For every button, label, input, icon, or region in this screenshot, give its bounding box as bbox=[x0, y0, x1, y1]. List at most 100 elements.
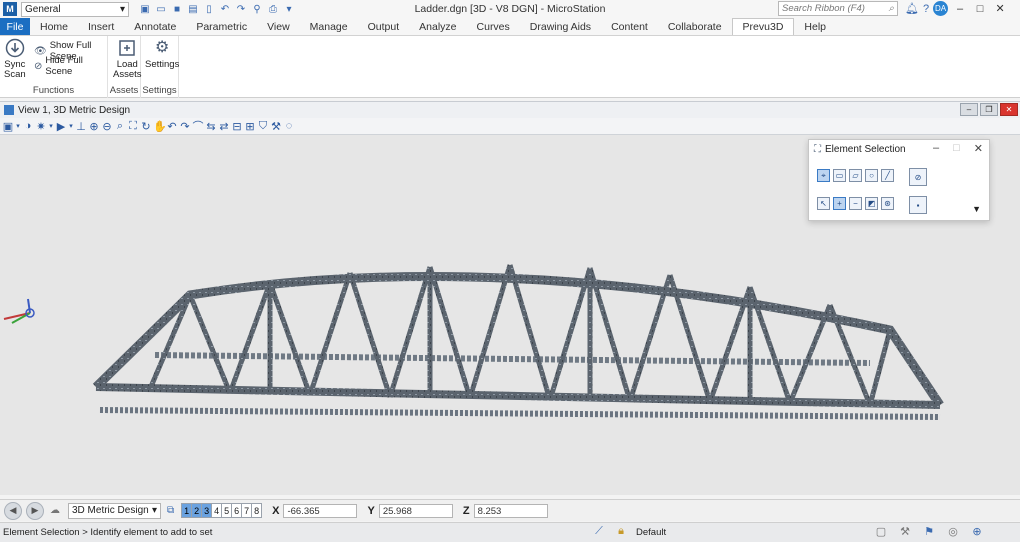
microstation-logo-icon[interactable]: M bbox=[3, 2, 17, 16]
help-icon[interactable]: ? bbox=[923, 3, 929, 15]
select-all-icon[interactable]: ⊛ bbox=[881, 197, 894, 210]
view-minimize-icon[interactable]: – bbox=[960, 103, 978, 116]
zoom-out-icon[interactable]: ⊖ bbox=[101, 120, 113, 133]
save-all-icon[interactable]: ▤ bbox=[187, 4, 199, 15]
tab-parametric[interactable]: Parametric bbox=[186, 18, 257, 35]
cursor-mode-icon[interactable]: ↖ bbox=[817, 197, 830, 210]
chevron-down-icon[interactable]: ▾ bbox=[68, 122, 74, 130]
play-icon[interactable]: ▶ bbox=[55, 120, 67, 133]
view-attributes-icon[interactable]: ▣ bbox=[2, 120, 14, 133]
pan-view-icon[interactable]: ✋ bbox=[153, 120, 167, 133]
pin-icon[interactable]: ⚲ bbox=[251, 4, 263, 15]
maximize-icon[interactable]: □ bbox=[972, 3, 988, 15]
tools-icon[interactable]: ⚒ bbox=[270, 120, 282, 133]
user-avatar[interactable]: DA bbox=[933, 1, 949, 16]
y-input[interactable]: 25.968 bbox=[378, 503, 453, 518]
lighting-icon[interactable]: ✷ bbox=[35, 120, 47, 133]
tab-drawing-aids[interactable]: Drawing Aids bbox=[520, 18, 601, 35]
design-history-icon[interactable]: ▢ bbox=[874, 525, 888, 539]
hide-full-scene-button[interactable]: ⊘ Hide Full Scene bbox=[34, 55, 107, 77]
tab-help[interactable]: Help bbox=[794, 18, 836, 35]
circle-method-icon[interactable]: ○ bbox=[865, 169, 878, 182]
open-icon[interactable]: ▭ bbox=[155, 4, 167, 15]
accudraw-icon[interactable]: ⟋ bbox=[592, 525, 606, 539]
tab-prevu3d[interactable]: Prevu3D bbox=[731, 18, 795, 35]
line-method-icon[interactable]: ╱ bbox=[881, 169, 894, 182]
view-groups-icon[interactable]: ☁ bbox=[50, 505, 60, 516]
tab-collaborate[interactable]: Collaborate bbox=[658, 18, 732, 35]
tab-annotate[interactable]: Annotate bbox=[124, 18, 186, 35]
copy-view-icon[interactable]: ⇆ bbox=[205, 120, 217, 133]
undo-icon[interactable]: ↶ bbox=[219, 4, 231, 15]
zoom-in-icon[interactable]: ⊕ bbox=[88, 120, 100, 133]
view-previous-icon[interactable]: ↶ bbox=[166, 120, 178, 133]
display-rules-icon[interactable]: ◌ bbox=[283, 120, 295, 132]
dialog-maximize-icon[interactable]: □ bbox=[953, 142, 960, 155]
dialog-minimize-icon[interactable]: – bbox=[933, 142, 939, 155]
save-icon[interactable]: ■ bbox=[171, 4, 183, 15]
select-tool-icon[interactable]: ▪ bbox=[909, 196, 927, 214]
add-mode-icon[interactable]: + bbox=[833, 197, 846, 210]
lock-icon[interactable]: 🔒︎ bbox=[614, 525, 628, 539]
redo-icon[interactable]: ↷ bbox=[235, 4, 247, 15]
back-icon[interactable]: ◀ bbox=[4, 501, 22, 520]
network-icon[interactable]: ⊕ bbox=[970, 525, 984, 539]
sync-scan-button[interactable]: Sync Scan bbox=[4, 38, 26, 80]
tab-file[interactable]: File bbox=[0, 18, 30, 35]
tab-curves[interactable]: Curves bbox=[467, 18, 520, 35]
expand-dialog-icon[interactable]: ▼ bbox=[972, 204, 981, 214]
settings-group-label: Settings bbox=[142, 85, 177, 96]
block-method-icon[interactable]: ▭ bbox=[833, 169, 846, 182]
customize-icon[interactable]: ▾ bbox=[283, 4, 295, 15]
workspace-dropdown[interactable]: General ▾ bbox=[21, 1, 129, 17]
clear-selection-icon[interactable]: ⊘ bbox=[909, 168, 927, 186]
tab-analyze[interactable]: Analyze bbox=[409, 18, 466, 35]
individual-method-icon[interactable]: ⌖ bbox=[817, 169, 830, 182]
tab-manage[interactable]: Manage bbox=[300, 18, 358, 35]
x-input[interactable]: -66.365 bbox=[283, 503, 358, 518]
tab-home[interactable]: Home bbox=[30, 18, 78, 35]
display-style-icon[interactable]: ◑ bbox=[22, 120, 34, 132]
document-icon[interactable]: ▯ bbox=[203, 4, 215, 15]
tab-view[interactable]: View bbox=[257, 18, 300, 35]
search-ribbon-input[interactable]: Search Ribbon (F4) ⌕ bbox=[778, 1, 898, 16]
invert-mode-icon[interactable]: ◩ bbox=[865, 197, 878, 210]
dialog-close-icon[interactable]: ✕ bbox=[974, 142, 983, 155]
view-group-label: 3D Metric Design bbox=[72, 505, 149, 516]
view-next-icon[interactable]: ↷ bbox=[179, 120, 191, 133]
load-assets-button[interactable]: Load Assets bbox=[113, 38, 142, 80]
active-level[interactable]: Default bbox=[636, 527, 666, 538]
tab-insert[interactable]: Insert bbox=[78, 18, 124, 35]
close-icon[interactable]: ✕ bbox=[992, 2, 1008, 15]
v8-icon[interactable]: ▣ bbox=[139, 4, 151, 15]
tab-content[interactable]: Content bbox=[601, 18, 658, 35]
view-windows-icon[interactable]: ⧉ bbox=[167, 505, 174, 516]
minimize-icon[interactable]: – bbox=[952, 3, 968, 15]
window-area-icon[interactable]: ⌕ bbox=[114, 120, 126, 133]
clip-volume-icon[interactable]: ⊥ bbox=[75, 120, 87, 133]
messages-icon[interactable]: ⚑ bbox=[922, 525, 936, 539]
subtract-mode-icon[interactable]: − bbox=[849, 197, 862, 210]
shape-method-icon[interactable]: ▱ bbox=[849, 169, 862, 182]
tab-output[interactable]: Output bbox=[358, 18, 410, 35]
snap-icon[interactable]: ◎ bbox=[946, 525, 960, 539]
clip-element-icon[interactable]: ⊞ bbox=[244, 120, 256, 133]
view-toggle-icon[interactable]: ⊟ bbox=[231, 120, 243, 133]
view-close-icon[interactable]: ✕ bbox=[1000, 103, 1018, 116]
notification-icon[interactable]: 🔔︎ bbox=[905, 2, 919, 15]
z-input[interactable]: 8.253 bbox=[473, 503, 548, 518]
forward-icon[interactable]: ▶ bbox=[26, 501, 44, 520]
view-group-dropdown[interactable]: 3D Metric Design ▾ bbox=[68, 502, 161, 519]
fit-view-icon[interactable]: ⛶ bbox=[127, 120, 139, 133]
rotate-view-icon[interactable]: ↻ bbox=[140, 120, 152, 133]
settings-button[interactable]: ⚙ Settings bbox=[145, 38, 179, 70]
camera-icon[interactable]: ⇄ bbox=[218, 120, 230, 133]
tool-settings-icon[interactable]: ⚒ bbox=[898, 525, 912, 539]
section-icon[interactable]: ⛉ bbox=[257, 120, 269, 133]
view-button-8[interactable]: 8 bbox=[251, 503, 263, 518]
view-restore-icon[interactable]: ❐ bbox=[980, 103, 998, 116]
walk-icon[interactable]: ⌒ bbox=[192, 118, 204, 134]
chevron-down-icon[interactable]: ▾ bbox=[15, 122, 21, 130]
chevron-down-icon[interactable]: ▾ bbox=[48, 122, 54, 130]
print-icon[interactable]: ⎙ bbox=[267, 4, 279, 15]
